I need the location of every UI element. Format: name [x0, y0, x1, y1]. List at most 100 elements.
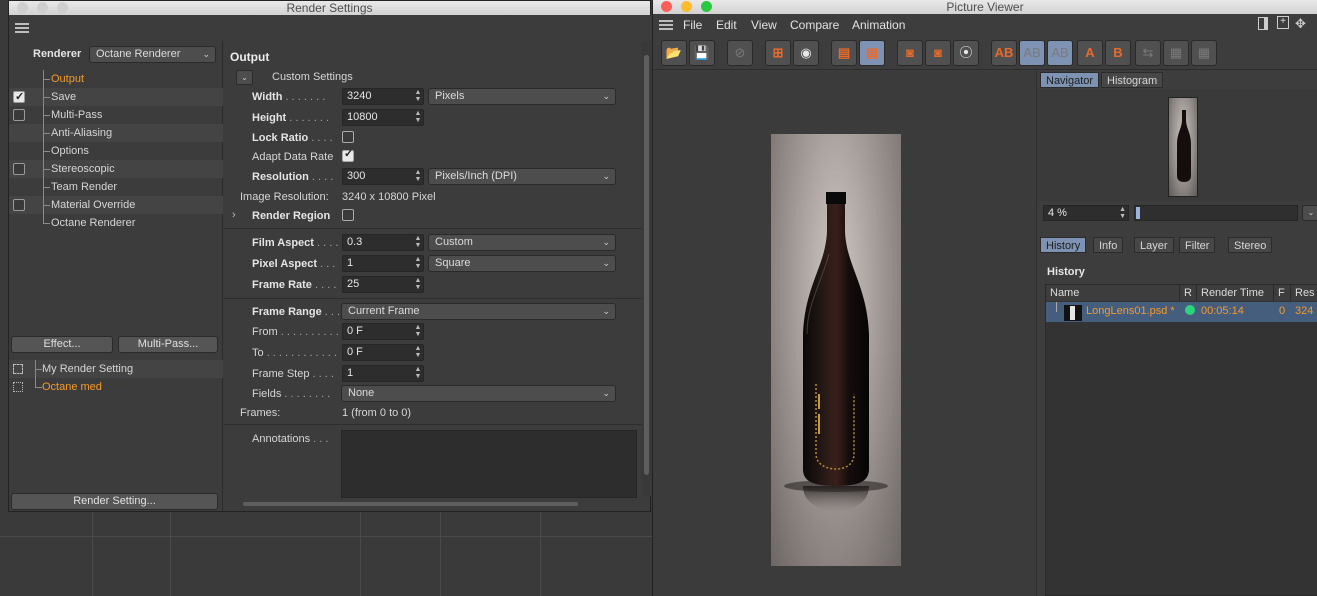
ab-diff-button[interactable]: AB [1047, 40, 1073, 66]
annotations-textarea[interactable] [341, 430, 637, 498]
column-render-time[interactable]: Render Time [1197, 285, 1274, 301]
channel-button[interactable]: ⦿ [953, 40, 979, 66]
resolution-input[interactable]: 300 ▲ ▼ [342, 168, 424, 185]
minimize-window-button[interactable] [681, 1, 692, 12]
hamburger-menu-icon[interactable] [659, 20, 673, 30]
swap-button[interactable]: ⇆ [1135, 40, 1161, 66]
column-f[interactable]: F [1274, 285, 1291, 301]
zoom-input[interactable]: 4 % ▲ ▼ [1043, 205, 1129, 221]
multi-pass-button[interactable]: Multi-Pass... [118, 336, 218, 353]
renderer-select[interactable]: Octane Renderer ⌄ [89, 46, 216, 63]
display-mode-b-button[interactable]: ◙ [925, 40, 951, 66]
spinner-icon[interactable]: ▲ ▼ [414, 110, 422, 125]
history-list-button[interactable]: ▤ [859, 40, 885, 66]
history-button[interactable]: ▤ [831, 40, 857, 66]
tab-navigator[interactable]: Navigator [1040, 72, 1100, 88]
menu-view[interactable]: View [751, 18, 777, 32]
resolution-unit-select[interactable]: Pixels/Inch (DPI) ⌄ [428, 168, 616, 185]
pixel-aspect-select[interactable]: Square ⌄ [428, 255, 616, 272]
save-button[interactable]: 💾 [689, 40, 715, 66]
material-override-checkbox[interactable] [13, 199, 25, 211]
spinner-icon[interactable]: ▲ ▼ [414, 324, 422, 339]
horizontal-scrollbar[interactable] [229, 498, 642, 510]
render-to-picture-viewer-button[interactable]: ◉ [793, 40, 819, 66]
scrollbar-thumb[interactable] [243, 502, 578, 506]
menu-file[interactable]: File [683, 18, 702, 32]
tree-item-save[interactable]: Save [9, 88, 223, 106]
effect-button[interactable]: Effect... [11, 336, 113, 353]
tab-history[interactable]: History [1040, 237, 1087, 253]
set-b-button[interactable]: B [1105, 40, 1131, 66]
image-canvas[interactable] [653, 71, 1037, 596]
tree-item-options[interactable]: Options [9, 142, 223, 160]
stop-render-button[interactable]: ⊘ [727, 40, 753, 66]
pixel-aspect-input[interactable]: 1 ▲ ▼ [342, 255, 424, 272]
width-unit-select[interactable]: Pixels ⌄ [428, 88, 616, 105]
minimize-window-button[interactable] [37, 2, 48, 13]
spinner-icon[interactable]: ▲ ▼ [414, 345, 422, 360]
spinner-icon[interactable]: ▲ ▼ [414, 366, 422, 381]
zoom-window-button[interactable] [57, 2, 68, 13]
chevron-down-icon[interactable]: ⌄ [236, 70, 253, 85]
render-region-button[interactable]: ⊞ [765, 40, 791, 66]
navigator-area[interactable] [1038, 89, 1317, 201]
tree-item-team-render[interactable]: Team Render [9, 178, 223, 196]
tree-item-multi-pass[interactable]: Multi-Pass [9, 106, 223, 124]
tree-item-octane-renderer[interactable]: Octane Renderer [9, 214, 223, 232]
zoom-window-button[interactable] [701, 1, 712, 12]
open-button[interactable]: 📂 [661, 40, 687, 66]
new-window-icon[interactable]: + [1277, 16, 1289, 29]
slider-handle[interactable] [1136, 207, 1140, 219]
tree-item-stereoscopic[interactable]: Stereoscopic [9, 160, 223, 178]
multi-pass-checkbox[interactable] [13, 109, 25, 121]
fields-select[interactable]: None ⌄ [341, 385, 616, 402]
film-aspect-input[interactable]: 0.3 ▲ ▼ [342, 234, 424, 251]
spinner-icon[interactable]: ▲ ▼ [414, 169, 422, 184]
tab-histogram[interactable]: Histogram [1101, 72, 1164, 88]
column-r[interactable]: R [1180, 285, 1197, 301]
column-res[interactable]: Res [1291, 285, 1317, 301]
chevron-right-icon[interactable]: › [232, 209, 236, 221]
ab-split-button[interactable]: AB [1019, 40, 1045, 66]
navigator-thumbnail[interactable] [1168, 97, 1198, 197]
scrollbar-thumb[interactable] [644, 55, 649, 475]
from-input[interactable]: 0 F ▲ ▼ [342, 323, 424, 340]
zoom-dropdown[interactable]: ⌄ [1302, 205, 1317, 221]
lock-ratio-checkbox[interactable] [342, 131, 354, 143]
render-setting-item[interactable]: My Render Setting [9, 360, 223, 378]
move-icon[interactable]: ✥ [1295, 16, 1306, 32]
render-setting-button[interactable]: Render Setting... [11, 493, 218, 510]
spinner-icon[interactable]: ▲ ▼ [414, 277, 422, 292]
width-input[interactable]: 3240 ▲ ▼ [342, 88, 424, 105]
menu-compare[interactable]: Compare [790, 18, 839, 32]
frame-range-select[interactable]: Current Frame ⌄ [341, 303, 616, 320]
tab-filter[interactable]: Filter [1179, 237, 1216, 253]
overlay-button[interactable]: ▦ [1163, 40, 1189, 66]
spinner-icon[interactable]: ▲ ▼ [414, 256, 422, 271]
tree-item-output[interactable]: Output [9, 70, 223, 88]
set-a-button[interactable]: A [1077, 40, 1103, 66]
menu-animation[interactable]: Animation [852, 18, 905, 32]
film-aspect-select[interactable]: Custom ⌄ [428, 234, 616, 251]
spinner-icon[interactable]: ▲ ▼ [414, 89, 422, 104]
hamburger-menu-icon[interactable] [15, 23, 29, 33]
frame-step-input[interactable]: 1 ▲ ▼ [342, 365, 424, 382]
save-checkbox[interactable] [13, 88, 25, 106]
spinner-icon[interactable]: ▲ ▼ [414, 235, 422, 250]
tree-item-material-override[interactable]: Material Override [9, 196, 223, 214]
tab-layer[interactable]: Layer [1134, 237, 1174, 253]
table-row[interactable]: LongLens01.psd * 00:05:14 0 324 [1046, 302, 1317, 322]
vertical-scrollbar[interactable] [642, 41, 651, 496]
tab-stereo[interactable]: Stereo [1228, 237, 1273, 253]
zoom-slider[interactable] [1134, 205, 1298, 221]
spinner-icon[interactable]: ▲ ▼ [1119, 206, 1126, 220]
column-name[interactable]: Name [1046, 285, 1180, 301]
tree-item-anti-aliasing[interactable]: Anti-Aliasing [9, 124, 223, 142]
close-window-button[interactable] [661, 1, 672, 12]
height-input[interactable]: 10800 ▲ ▼ [342, 109, 424, 126]
adapt-data-rate-checkbox[interactable] [342, 147, 354, 162]
ab-compare-button[interactable]: AB [991, 40, 1017, 66]
display-mode-a-button[interactable]: ◙ [897, 40, 923, 66]
menu-edit[interactable]: Edit [716, 18, 737, 32]
to-input[interactable]: 0 F ▲ ▼ [342, 344, 424, 361]
